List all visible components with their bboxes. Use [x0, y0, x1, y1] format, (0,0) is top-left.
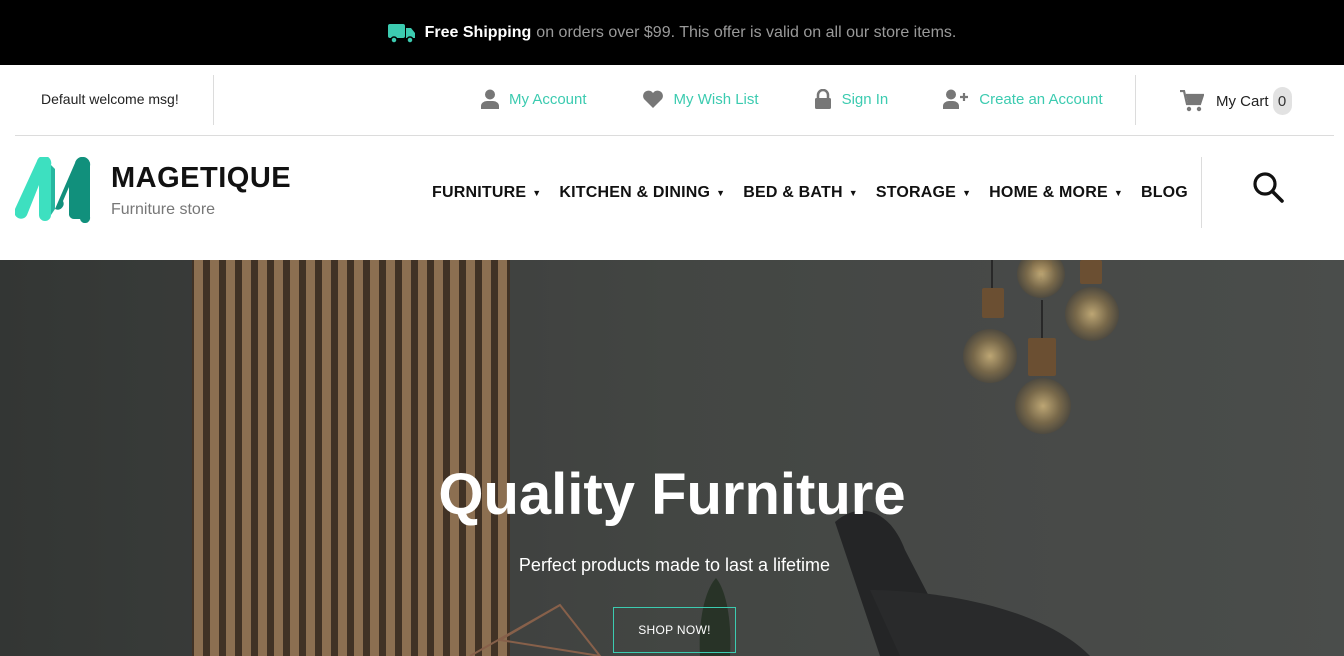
nav-item-blog[interactable]: BLOG — [1141, 184, 1188, 202]
logo-name: MAGETIQUE — [111, 162, 292, 194]
mini-cart[interactable]: My Cart 0 — [1180, 87, 1292, 115]
user-icon — [481, 89, 499, 109]
caret-down-icon: ▼ — [1113, 188, 1123, 198]
main-navigation: FURNITURE ▼ KITCHEN & DINING ▼ BED & BATH ▼… — [432, 184, 1188, 202]
nav-label: BED & BATH — [743, 184, 843, 201]
nav-label: BLOG — [1140, 184, 1188, 201]
promo-text: on orders over $99. This offer is valid … — [536, 23, 957, 41]
logo-mark-icon — [15, 157, 91, 223]
cart-icon — [1180, 90, 1204, 112]
promo-bar: Free Shipping on orders over $99. This o… — [0, 0, 1344, 65]
site-logo[interactable]: MAGETIQUE Furniture store — [15, 157, 291, 223]
logo-tagline: Furniture store — [111, 201, 216, 218]
nav-item-home-more[interactable]: HOME & MORE ▼ — [989, 184, 1123, 202]
divider — [1201, 157, 1202, 228]
caret-down-icon: ▼ — [848, 188, 858, 198]
hero-background-image — [0, 260, 1344, 656]
divider — [1135, 75, 1136, 125]
heart-icon — [642, 90, 663, 108]
nav-label: FURNITURE — [432, 184, 527, 201]
promo-highlight: Free Shipping — [424, 23, 532, 41]
nav-item-bed-bath[interactable]: BED & BATH ▼ — [743, 184, 858, 202]
nav-label: STORAGE — [875, 184, 957, 201]
hero-title: Quality Furniture — [438, 462, 906, 527]
header-links-row: Default welcome msg! My Account My Wish … — [15, 65, 1334, 136]
account-links: My Account My Wish List Sign In Create a… — [481, 89, 1103, 109]
create-account-link[interactable]: Create an Account — [943, 89, 1103, 109]
caret-down-icon: ▼ — [716, 188, 726, 198]
caret-down-icon: ▼ — [962, 188, 972, 198]
my-account-label: My Account — [509, 90, 587, 108]
welcome-message: Default welcome msg! — [41, 91, 179, 107]
cart-count-badge: 0 — [1272, 87, 1292, 115]
sign-in-link[interactable]: Sign In — [814, 89, 889, 109]
search-icon[interactable] — [1252, 171, 1284, 203]
nav-item-storage[interactable]: STORAGE ▼ — [876, 184, 971, 202]
divider — [213, 75, 214, 125]
lock-icon — [814, 89, 831, 109]
hero-banner: Quality Furniture Perfect products made … — [0, 260, 1344, 656]
nav-label: HOME & MORE — [989, 184, 1108, 201]
sign-in-label: Sign In — [841, 90, 889, 108]
wish-list-label: My Wish List — [673, 90, 759, 108]
nav-label: KITCHEN & DINING — [559, 184, 711, 201]
truck-icon — [387, 23, 415, 44]
nav-item-kitchen-dining[interactable]: KITCHEN & DINING ▼ — [559, 184, 725, 202]
create-account-label: Create an Account — [979, 90, 1103, 108]
cart-label: My Cart — [1216, 92, 1269, 110]
hero-subtitle: Perfect products made to last a lifetime — [518, 555, 831, 575]
caret-down-icon: ▼ — [532, 188, 542, 198]
wish-list-link[interactable]: My Wish List — [642, 90, 759, 108]
nav-item-furniture[interactable]: FURNITURE ▼ — [432, 184, 541, 202]
shop-now-button[interactable]: SHOP NOW! — [613, 607, 736, 653]
my-account-link[interactable]: My Account — [481, 89, 587, 109]
add-user-icon — [943, 89, 969, 109]
